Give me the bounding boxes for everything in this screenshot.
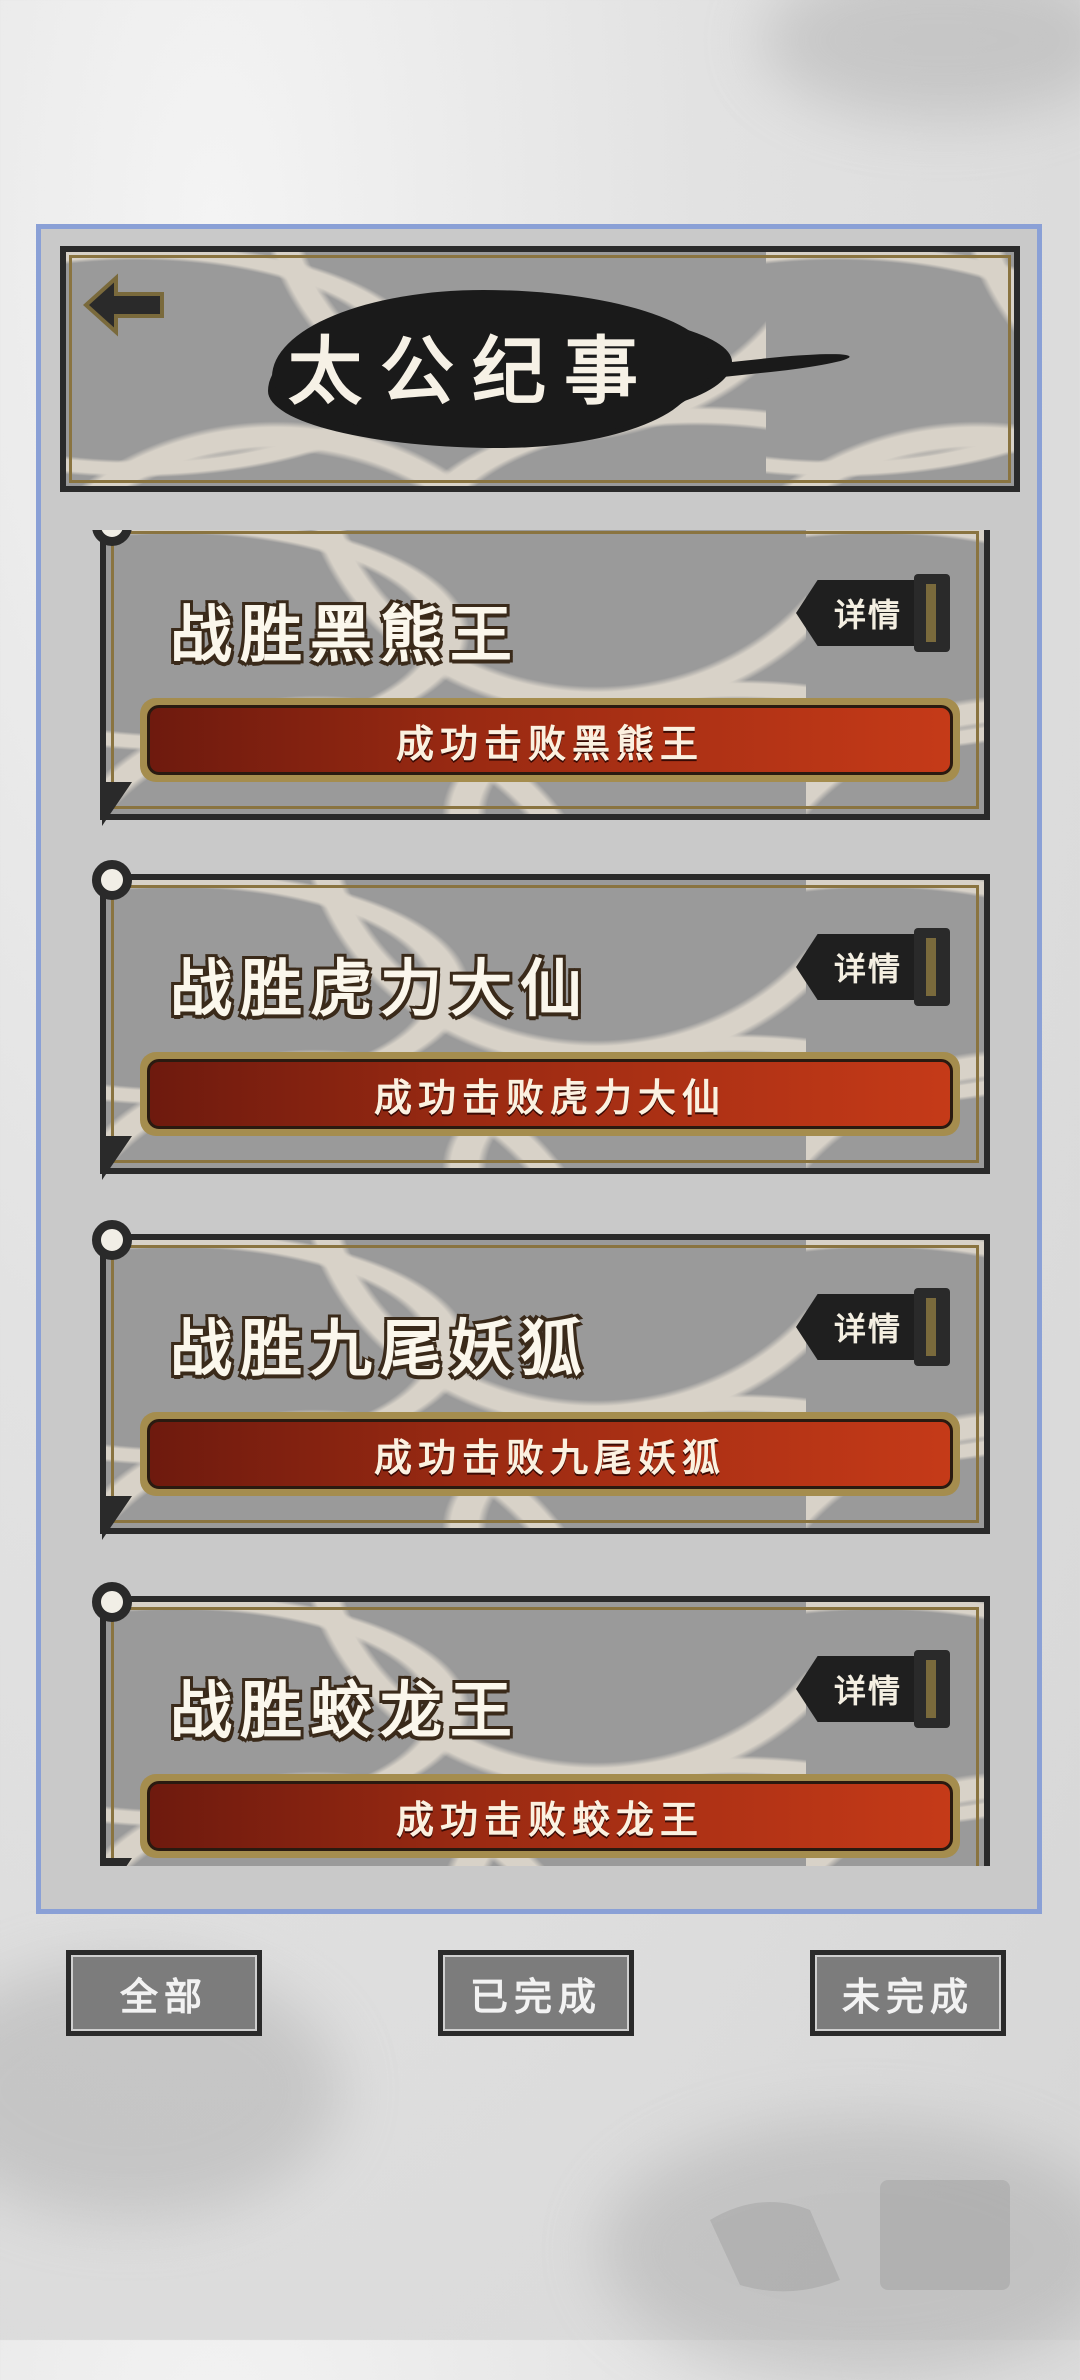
detail-hilt-icon	[914, 1288, 950, 1366]
faded-scroll-icon	[710, 2202, 840, 2292]
back-arrow-icon	[83, 273, 164, 337]
scroll-flag	[102, 1858, 132, 1866]
achievement-description: 成功击败虎力大仙	[147, 1059, 953, 1129]
detail-hilt-icon	[914, 574, 950, 652]
achievement-card: 战胜黑熊王 详情 成功击败黑熊王	[100, 530, 990, 826]
detail-hilt-icon	[914, 1650, 950, 1728]
scroll-flag	[102, 1496, 132, 1540]
scroll-ring-icon	[92, 1582, 132, 1622]
filter-incomplete-button[interactable]: 未完成	[810, 1950, 1006, 2036]
back-button[interactable]	[82, 270, 168, 340]
filter-all-button[interactable]: 全部	[66, 1950, 262, 2036]
achievement-description: 成功击败黑熊王	[147, 705, 953, 775]
detail-hilt-icon	[914, 928, 950, 1006]
scroll-ring-icon	[92, 860, 132, 900]
detail-label: 详情	[833, 1672, 902, 1710]
achievement-card: 战胜九尾妖狐 详情 成功击败九尾妖狐	[100, 1234, 990, 1540]
achievement-title: 战胜虎力大仙	[170, 952, 591, 1025]
page-title: 太公纪事	[288, 328, 656, 415]
detail-label: 详情	[833, 950, 902, 988]
achievement-title: 战胜蛟龙王	[170, 1674, 521, 1747]
background-mist	[760, 0, 1080, 120]
filter-completed-button[interactable]: 已完成	[438, 1950, 634, 2036]
detail-button[interactable]: 详情	[796, 1288, 956, 1366]
achievement-description-banner: 成功击败蛟龙王	[140, 1774, 960, 1858]
achievement-title: 战胜黑熊王	[170, 598, 521, 671]
achievement-description-banner: 成功击败九尾妖狐	[140, 1412, 960, 1496]
detail-label: 详情	[833, 1310, 902, 1348]
scroll-ring-icon	[92, 1220, 132, 1260]
faded-book-icon	[880, 2180, 1010, 2290]
scroll-flag	[102, 782, 132, 826]
achievement-description-banner: 成功击败黑熊王	[140, 698, 960, 782]
detail-button[interactable]: 详情	[796, 928, 956, 1006]
achievement-description: 成功击败九尾妖狐	[147, 1419, 953, 1489]
detail-button[interactable]: 详情	[796, 574, 956, 652]
detail-button[interactable]: 详情	[796, 1650, 956, 1728]
achievement-title: 战胜九尾妖狐	[170, 1312, 591, 1385]
achievement-list: 战胜黑熊王 详情 成功击败黑熊王 战胜虎力大仙 详情 成功击败虎力大仙 战胜九尾…	[60, 530, 1020, 1866]
detail-label: 详情	[833, 596, 902, 634]
achievement-card: 战胜蛟龙王 详情 成功击败蛟龙王	[100, 1596, 990, 1866]
achievement-description-banner: 成功击败虎力大仙	[140, 1052, 960, 1136]
achievement-description: 成功击败蛟龙王	[147, 1781, 953, 1851]
scroll-flag	[102, 1136, 132, 1180]
achievement-card: 战胜虎力大仙 详情 成功击败虎力大仙	[100, 874, 990, 1180]
